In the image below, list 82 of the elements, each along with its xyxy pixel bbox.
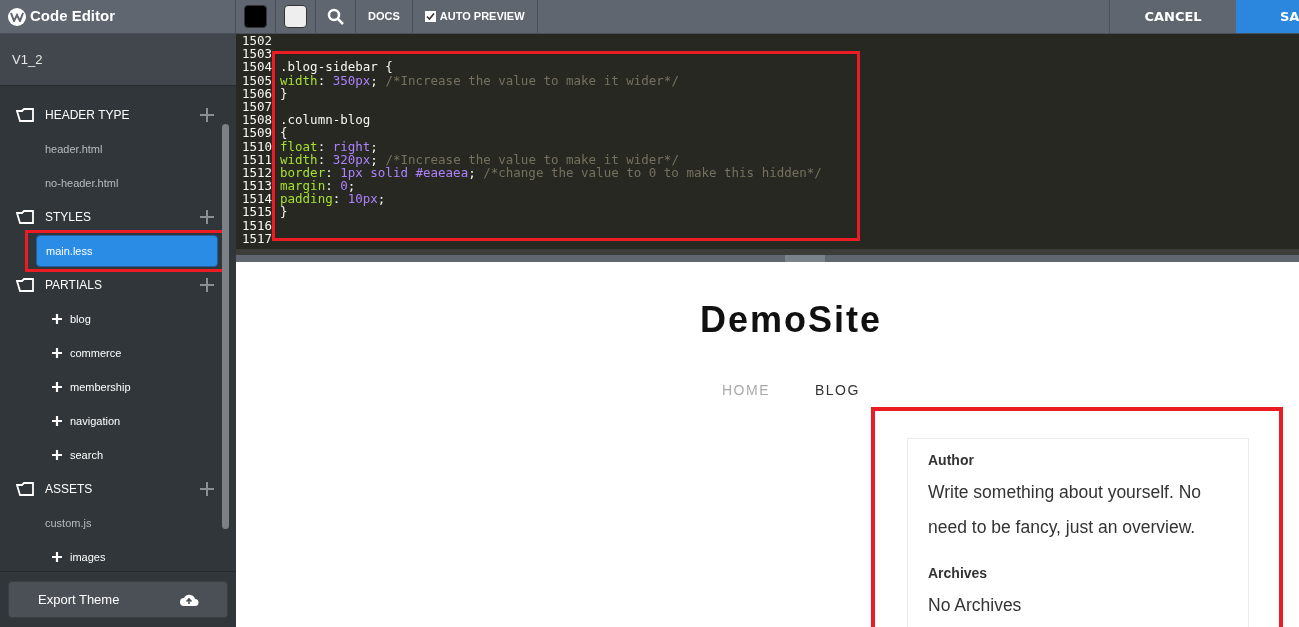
line-number: 1512: [241, 165, 274, 180]
widget-heading: Archives: [928, 564, 989, 583]
line-number: 1506: [241, 86, 274, 100]
folder-label: blog: [70, 311, 91, 327]
add-icon[interactable]: [200, 278, 214, 292]
line-number: 1508: [241, 113, 274, 127]
line-number: 1503: [241, 47, 274, 61]
plus-icon: [52, 552, 62, 562]
docs-button[interactable]: DOCS: [356, 0, 413, 33]
section-heading[interactable]: STYLES: [45, 208, 200, 226]
code-line: }: [280, 86, 288, 100]
line-number: 1513: [241, 179, 274, 193]
line-number: 1507: [241, 99, 274, 114]
horizontal-scrollbar[interactable]: [236, 249, 1299, 255]
color-swatch[interactable]: [284, 5, 307, 28]
export-theme-button[interactable]: Export Theme: [8, 581, 228, 618]
plus-icon: [52, 416, 62, 426]
folder-label: images: [70, 549, 106, 565]
tree-item[interactable]: custom.js: [36, 507, 218, 539]
code-line: border: 1px solid #eaeaea; /*change the value to 0 to make this hidden*/: [280, 165, 822, 180]
nav-link[interactable]: BLOG: [815, 380, 860, 401]
scrollbar-thumb[interactable]: [222, 124, 229, 529]
site-title: DemoSite: [699, 302, 882, 338]
color-swatch[interactable]: [244, 5, 267, 28]
code-line: }: [280, 205, 288, 219]
plus-icon: [52, 382, 62, 392]
section-heading[interactable]: ASSETS: [45, 480, 200, 498]
tree-item[interactable]: main.less: [36, 235, 218, 267]
widget-text: No Archives: [928, 594, 1023, 617]
add-icon[interactable]: [200, 210, 214, 224]
widget-text: Write something about yourself. No need to be fancy, just an overview.: [928, 481, 1202, 539]
code-line: .blog-sidebar {: [280, 60, 393, 74]
app-title: Code Editor: [30, 6, 115, 27]
version-label: V1_2: [0, 34, 236, 86]
tree-item[interactable]: search: [36, 439, 218, 471]
tree-item[interactable]: commerce: [36, 337, 218, 369]
line-number: 1509: [241, 126, 274, 140]
folder-icon: [16, 210, 36, 224]
folder-label: commerce: [70, 345, 122, 361]
line-number: 1515: [241, 205, 274, 219]
folder-icon: [16, 482, 36, 496]
line-number: 1510: [241, 139, 274, 153]
add-icon[interactable]: [200, 108, 214, 122]
auto-preview-label: AUTO PREVIEW: [439, 9, 525, 25]
section-heading[interactable]: HEADER TYPE: [45, 106, 200, 124]
code-line: width: 320px; /*Increase the value to make it wider*/: [280, 152, 679, 166]
code-line: width: 350px; /*Increase the value to make it wider*/: [280, 73, 679, 87]
line-number: 1502: [241, 34, 274, 48]
section-heading[interactable]: PARTIALS: [45, 276, 200, 294]
folder-label: search: [70, 447, 104, 463]
tree-item[interactable]: images: [36, 541, 218, 571]
code-line: {: [280, 126, 288, 140]
cloud-upload-icon: [179, 592, 199, 607]
line-number: 1511: [241, 152, 274, 166]
tree-item[interactable]: blog: [36, 303, 218, 335]
line-number: 1516: [241, 218, 274, 232]
line-number: 1514: [241, 192, 274, 206]
auto-preview-checkbox[interactable]: [424, 11, 436, 22]
plus-icon: [52, 450, 62, 460]
line-number: 1517: [241, 231, 274, 245]
code-line: .column-blog: [280, 113, 371, 127]
widget-heading: Author: [928, 451, 975, 470]
logo-icon: [8, 7, 26, 26]
save-button[interactable]: SA: [1236, 0, 1299, 33]
code-line: float: right;: [280, 139, 378, 153]
line-number: 1504: [241, 60, 274, 74]
tree-item[interactable]: membership: [36, 371, 218, 403]
folder-label: membership: [70, 379, 131, 395]
tree-item[interactable]: header.html: [36, 133, 218, 165]
plus-icon: [52, 348, 62, 358]
folder-label: navigation: [70, 413, 121, 429]
resize-handle[interactable]: [785, 255, 825, 262]
plus-icon: [52, 314, 62, 324]
tree-item[interactable]: no-header.html: [36, 167, 218, 199]
search-icon: [326, 7, 345, 26]
add-icon[interactable]: [200, 482, 214, 496]
code-line: margin: 0;: [280, 179, 356, 193]
tree-item[interactable]: navigation: [36, 405, 218, 437]
folder-icon: [16, 278, 36, 292]
folder-icon: [16, 108, 36, 122]
code-line: padding: 10px;: [280, 192, 386, 206]
line-number: 1505: [241, 73, 274, 87]
